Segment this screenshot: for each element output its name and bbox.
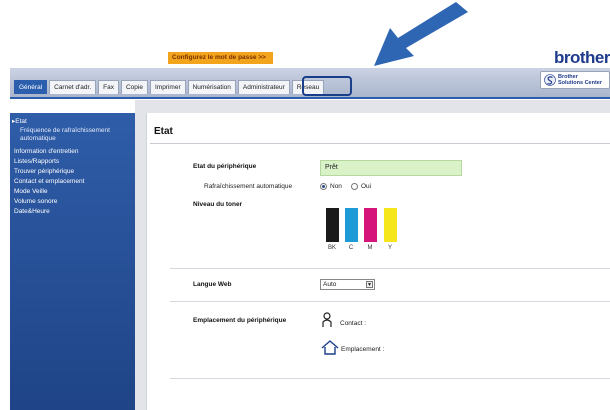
device-location-label: Emplacement du périphérique	[193, 317, 287, 324]
device-status-field: Prêt	[320, 160, 462, 176]
auto-refresh-off-radio[interactable]	[320, 183, 327, 190]
sidebar: ▸Etat Fréquence de rafraîchissement auto…	[10, 113, 135, 410]
web-language-value: Auto	[323, 281, 337, 288]
auto-refresh-label: Rafraîchissement automatique	[204, 183, 293, 190]
toner-bar-bk	[326, 208, 339, 242]
content-panel	[146, 113, 610, 410]
sidebar-item-label: Etat	[15, 118, 27, 125]
contact-label: Contact :	[340, 320, 367, 327]
auto-refresh-on-label: Oui	[361, 183, 372, 190]
device-status-label: Etat du périphérique	[193, 163, 257, 170]
chevron-down-icon: ▼	[366, 281, 373, 288]
tab-general[interactable]: Général	[14, 80, 48, 94]
sidebar-item-reports[interactable]: Listes/Rapports	[10, 157, 135, 167]
web-language-select[interactable]: Auto ▼	[320, 279, 375, 290]
divider	[170, 268, 610, 269]
brother-logo: brother	[554, 48, 610, 67]
sidebar-item-find-device[interactable]: Trouver périphérique	[10, 167, 135, 177]
tab-administrator[interactable]: Administrateur	[237, 80, 290, 94]
sidebar-item-sleep-mode[interactable]: Mode Veille	[10, 187, 135, 197]
solutions-center-button[interactable]: Brother Solutions Center	[540, 71, 610, 89]
web-language-label: Langue Web	[193, 281, 232, 288]
set-password-link[interactable]: Configurez le mot de passe >>	[168, 52, 273, 64]
sidebar-item-contact-location[interactable]: Contact et emplacement	[10, 177, 135, 187]
location-field-label: Emplacement :	[341, 346, 385, 353]
auto-refresh-off-label: Non	[330, 183, 342, 190]
toner-label-y: Y	[387, 245, 392, 251]
tab-fax[interactable]: Fax	[98, 80, 119, 94]
auto-refresh-on-radio[interactable]	[351, 183, 358, 190]
solutions-label: Brother Solutions Center	[558, 74, 602, 86]
toner-bar-y	[384, 208, 397, 242]
toner-level-label: Niveau du toner	[193, 201, 243, 208]
toner-label-c: C	[348, 245, 354, 251]
sidebar-item-date-time[interactable]: Date&Heure	[10, 207, 135, 217]
tab-print[interactable]: Imprimer	[149, 80, 186, 94]
toner-label-m: M	[367, 245, 373, 251]
tab-scan[interactable]: Numérisation	[187, 80, 236, 94]
solutions-line2: Solutions Center	[558, 80, 603, 86]
page-title: Etat	[154, 126, 173, 137]
divider	[170, 378, 610, 379]
solutions-swirl-icon	[544, 74, 556, 86]
tab-copy[interactable]: Copie	[120, 80, 148, 94]
sidebar-item-status[interactable]: ▸Etat	[10, 117, 135, 127]
toner-bar-m	[364, 208, 377, 242]
divider	[170, 301, 610, 302]
tab-address-book[interactable]: Carnet d'adr.	[49, 80, 97, 94]
sidebar-subitem-refresh-rate[interactable]: Fréquence de rafraîchissement automatiqu…	[10, 127, 135, 143]
toner-bar-c	[345, 208, 358, 242]
sidebar-item-volume[interactable]: Volume sonore	[10, 197, 135, 207]
tab-list: Général Carnet d'adr. Fax Copie Imprimer…	[14, 80, 325, 94]
toner-label-bk: BK	[327, 245, 336, 251]
sidebar-item-maintenance[interactable]: Information d'entretien	[10, 147, 135, 157]
contact-person-icon	[322, 312, 332, 327]
location-house-icon	[321, 340, 339, 355]
title-divider	[150, 143, 610, 144]
network-tab-highlight	[302, 76, 352, 96]
